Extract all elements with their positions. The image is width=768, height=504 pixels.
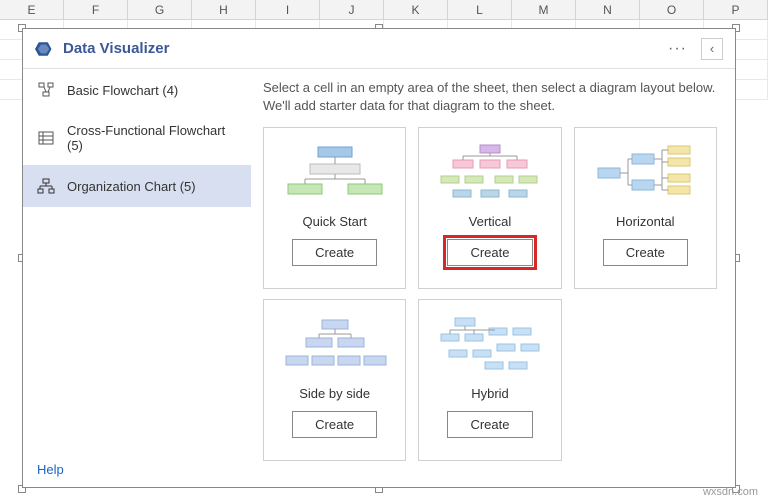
- col[interactable]: K: [384, 0, 448, 19]
- panel-title: Data Visualizer: [63, 40, 662, 57]
- card-side-by-side[interactable]: Side by side Create: [263, 299, 406, 461]
- sidebar-item-label: Basic Flowchart (4): [67, 83, 178, 98]
- horizontal-thumb: [583, 136, 708, 208]
- visio-icon: [35, 40, 53, 58]
- panel-header: Data Visualizer ··· ‹: [23, 29, 735, 69]
- card-hybrid[interactable]: Hybrid Create: [418, 299, 561, 461]
- col[interactable]: N: [576, 0, 640, 19]
- col[interactable]: P: [704, 0, 768, 19]
- vertical-thumb: [427, 136, 552, 208]
- col[interactable]: F: [64, 0, 128, 19]
- card-title: Quick Start: [303, 214, 367, 229]
- flowchart-icon: [37, 81, 55, 99]
- instructions-text: Select a cell in an empty area of the sh…: [263, 79, 717, 115]
- create-button[interactable]: Create: [447, 239, 532, 266]
- sidebar-item-basic-flowchart[interactable]: Basic Flowchart (4): [23, 69, 251, 111]
- orgchart-icon: [37, 177, 55, 195]
- data-visualizer-panel: Data Visualizer ··· ‹ Basic Flowchart (4…: [22, 28, 736, 488]
- card-vertical[interactable]: Vertical Create: [418, 127, 561, 289]
- sidebar-item-organization-chart[interactable]: Organization Chart (5): [23, 165, 251, 207]
- col[interactable]: L: [448, 0, 512, 19]
- column-headers: E F G H I J K L M N O P: [0, 0, 768, 20]
- help-link[interactable]: Help: [23, 452, 251, 487]
- sidebar: Basic Flowchart (4) Cross-Functional Flo…: [23, 69, 251, 487]
- card-title: Hybrid: [471, 386, 509, 401]
- col[interactable]: G: [128, 0, 192, 19]
- col[interactable]: M: [512, 0, 576, 19]
- quick-start-thumb: [272, 136, 397, 208]
- col[interactable]: O: [640, 0, 704, 19]
- col[interactable]: J: [320, 0, 384, 19]
- card-title: Vertical: [469, 214, 512, 229]
- hybrid-thumb: [427, 308, 552, 380]
- create-button[interactable]: Create: [447, 411, 532, 438]
- col[interactable]: E: [0, 0, 64, 19]
- create-button[interactable]: Create: [292, 411, 377, 438]
- card-title: Side by side: [299, 386, 370, 401]
- card-horizontal[interactable]: Horizontal Create: [574, 127, 717, 289]
- col[interactable]: H: [192, 0, 256, 19]
- side-by-side-thumb: [272, 308, 397, 380]
- layout-cards: Quick Start Create Vertical: [263, 127, 717, 461]
- create-button[interactable]: Create: [292, 239, 377, 266]
- watermark: wxsdn.com: [703, 486, 758, 498]
- collapse-button[interactable]: ‹: [701, 38, 723, 60]
- swimlane-icon: [37, 129, 55, 147]
- sidebar-item-cross-functional[interactable]: Cross-Functional Flowchart (5): [23, 111, 251, 165]
- card-title: Horizontal: [616, 214, 675, 229]
- sidebar-item-label: Cross-Functional Flowchart (5): [67, 123, 237, 153]
- sidebar-item-label: Organization Chart (5): [67, 179, 196, 194]
- content-area: Select a cell in an empty area of the sh…: [251, 69, 735, 487]
- col[interactable]: I: [256, 0, 320, 19]
- create-button[interactable]: Create: [603, 239, 688, 266]
- more-button[interactable]: ···: [662, 38, 693, 60]
- card-quick-start[interactable]: Quick Start Create: [263, 127, 406, 289]
